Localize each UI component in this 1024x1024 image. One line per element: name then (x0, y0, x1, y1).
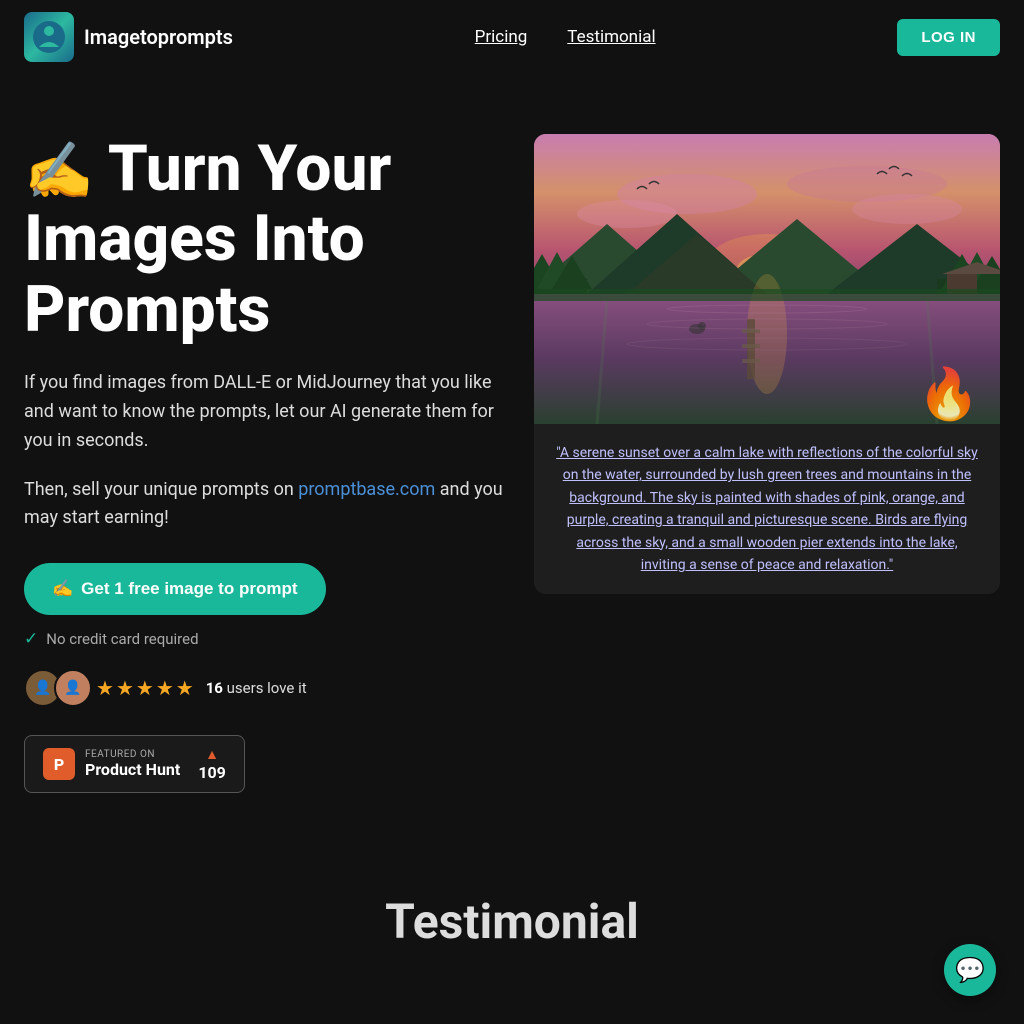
testimonial-title: Testimonial (24, 893, 1000, 950)
login-button[interactable]: LOG IN (897, 19, 1000, 56)
hero-description-1: If you find images from DALL-E or MidJou… (24, 369, 514, 455)
hero-description-2: Then, sell your unique prompts on prompt… (24, 476, 514, 534)
nav-links: Pricing Testimonial (475, 27, 656, 47)
prompt-overlay: "A serene sunset over a calm lake with r… (534, 424, 1000, 594)
promptbase-link[interactable]: promptbase.com (298, 479, 435, 500)
social-proof: 👤 👤 ★ ★ ★ ★ ★ 16 users love it (24, 669, 514, 707)
logo-icon (24, 12, 74, 62)
chat-bubble-button[interactable]: 💬 (944, 944, 996, 996)
hero-title: ✍️ Turn Your Images Into Prompts (24, 134, 514, 345)
hero-left: ✍️ Turn Your Images Into Prompts If you … (24, 134, 514, 793)
hero-right: 🔥 "A serene sunset over a calm lake with… (534, 134, 1000, 594)
product-hunt-icon: P (43, 748, 75, 780)
no-credit-card-notice: ✓ No credit card required (24, 629, 514, 649)
product-hunt-count: ▲ 109 (198, 746, 226, 782)
nav-link-pricing[interactable]: Pricing (475, 27, 528, 47)
no-cc-label: No credit card required (46, 630, 198, 648)
upvote-arrow-icon: ▲ (205, 746, 219, 763)
cta-button[interactable]: ✍️ Get 1 free image to prompt (24, 563, 326, 615)
cta-label: Get 1 free image to prompt (81, 579, 297, 599)
lake-image: 🔥 (534, 134, 1000, 424)
nav-link-testimonial[interactable]: Testimonial (567, 27, 655, 47)
logo[interactable]: Imagetoprompts (24, 12, 233, 62)
check-icon: ✓ (24, 629, 38, 649)
chat-icon: 💬 (955, 956, 985, 984)
prompt-text: "A serene sunset over a calm lake with r… (554, 442, 980, 576)
cta-icon: ✍️ (52, 579, 73, 599)
ai-flame-icon: 🔥 (918, 366, 980, 424)
avatar-2: 👤 (54, 669, 92, 707)
pen-icon: ✍️ (24, 138, 94, 204)
navbar: Imagetoprompts Pricing Testimonial LOG I… (0, 0, 1024, 74)
testimonial-section: Testimonial (0, 833, 1024, 970)
star-rating: ★ ★ ★ ★ ★ (96, 676, 194, 700)
image-card: 🔥 "A serene sunset over a calm lake with… (534, 134, 1000, 594)
product-hunt-badge[interactable]: P FEATURED ON Product Hunt ▲ 109 (24, 735, 245, 793)
product-hunt-text: FEATURED ON Product Hunt (85, 749, 180, 779)
avatars: 👤 👤 (24, 669, 84, 707)
users-label: 16 users love it (206, 679, 307, 697)
hero-section: ✍️ Turn Your Images Into Prompts If you … (0, 74, 1024, 833)
logo-text: Imagetoprompts (84, 25, 233, 49)
